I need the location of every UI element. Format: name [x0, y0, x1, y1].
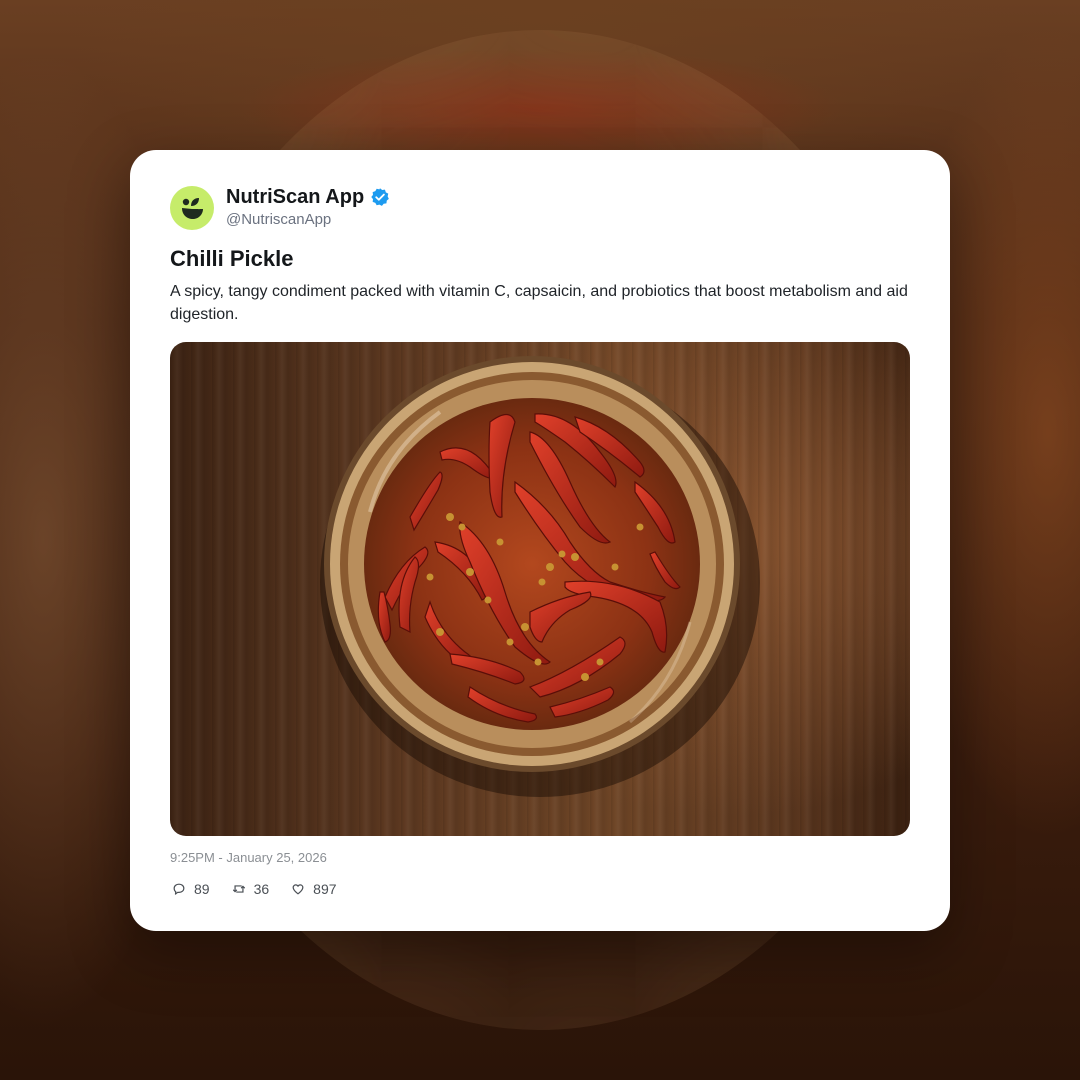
post-stats: 89 36 897	[172, 881, 359, 897]
author-name-row: NutriScan App	[226, 185, 390, 209]
post-description: A spicy, tangy condiment packed with vit…	[170, 283, 908, 323]
reply-count: 89	[194, 881, 210, 897]
reply-button[interactable]: 89	[172, 881, 210, 897]
post-timestamp: 9:25PM - January 25, 2026	[170, 850, 327, 865]
repost-button[interactable]: 36	[232, 881, 270, 897]
author-handle[interactable]: @NutriscanApp	[226, 210, 390, 230]
like-button[interactable]: 897	[291, 881, 337, 897]
post-title: Chilli Pickle	[170, 246, 294, 271]
comment-icon	[173, 883, 185, 895]
repost-count: 36	[253, 881, 270, 897]
heart-icon	[292, 884, 304, 895]
repost-icon	[232, 885, 245, 893]
post-card: NutriScan App @NutriscanApp Chilli Pickl…	[130, 150, 950, 931]
post-header: NutriScan App @NutriscanApp	[170, 185, 390, 230]
verified-badge-icon	[371, 188, 389, 206]
like-count: 897	[313, 881, 337, 897]
nutriscan-logo-icon[interactable]	[170, 185, 214, 230]
author-name[interactable]: NutriScan App	[226, 185, 364, 209]
post-image[interactable]	[170, 342, 910, 836]
author-block: NutriScan App @NutriscanApp	[226, 185, 390, 230]
chilli-pickle-jar-illustration	[320, 356, 760, 797]
